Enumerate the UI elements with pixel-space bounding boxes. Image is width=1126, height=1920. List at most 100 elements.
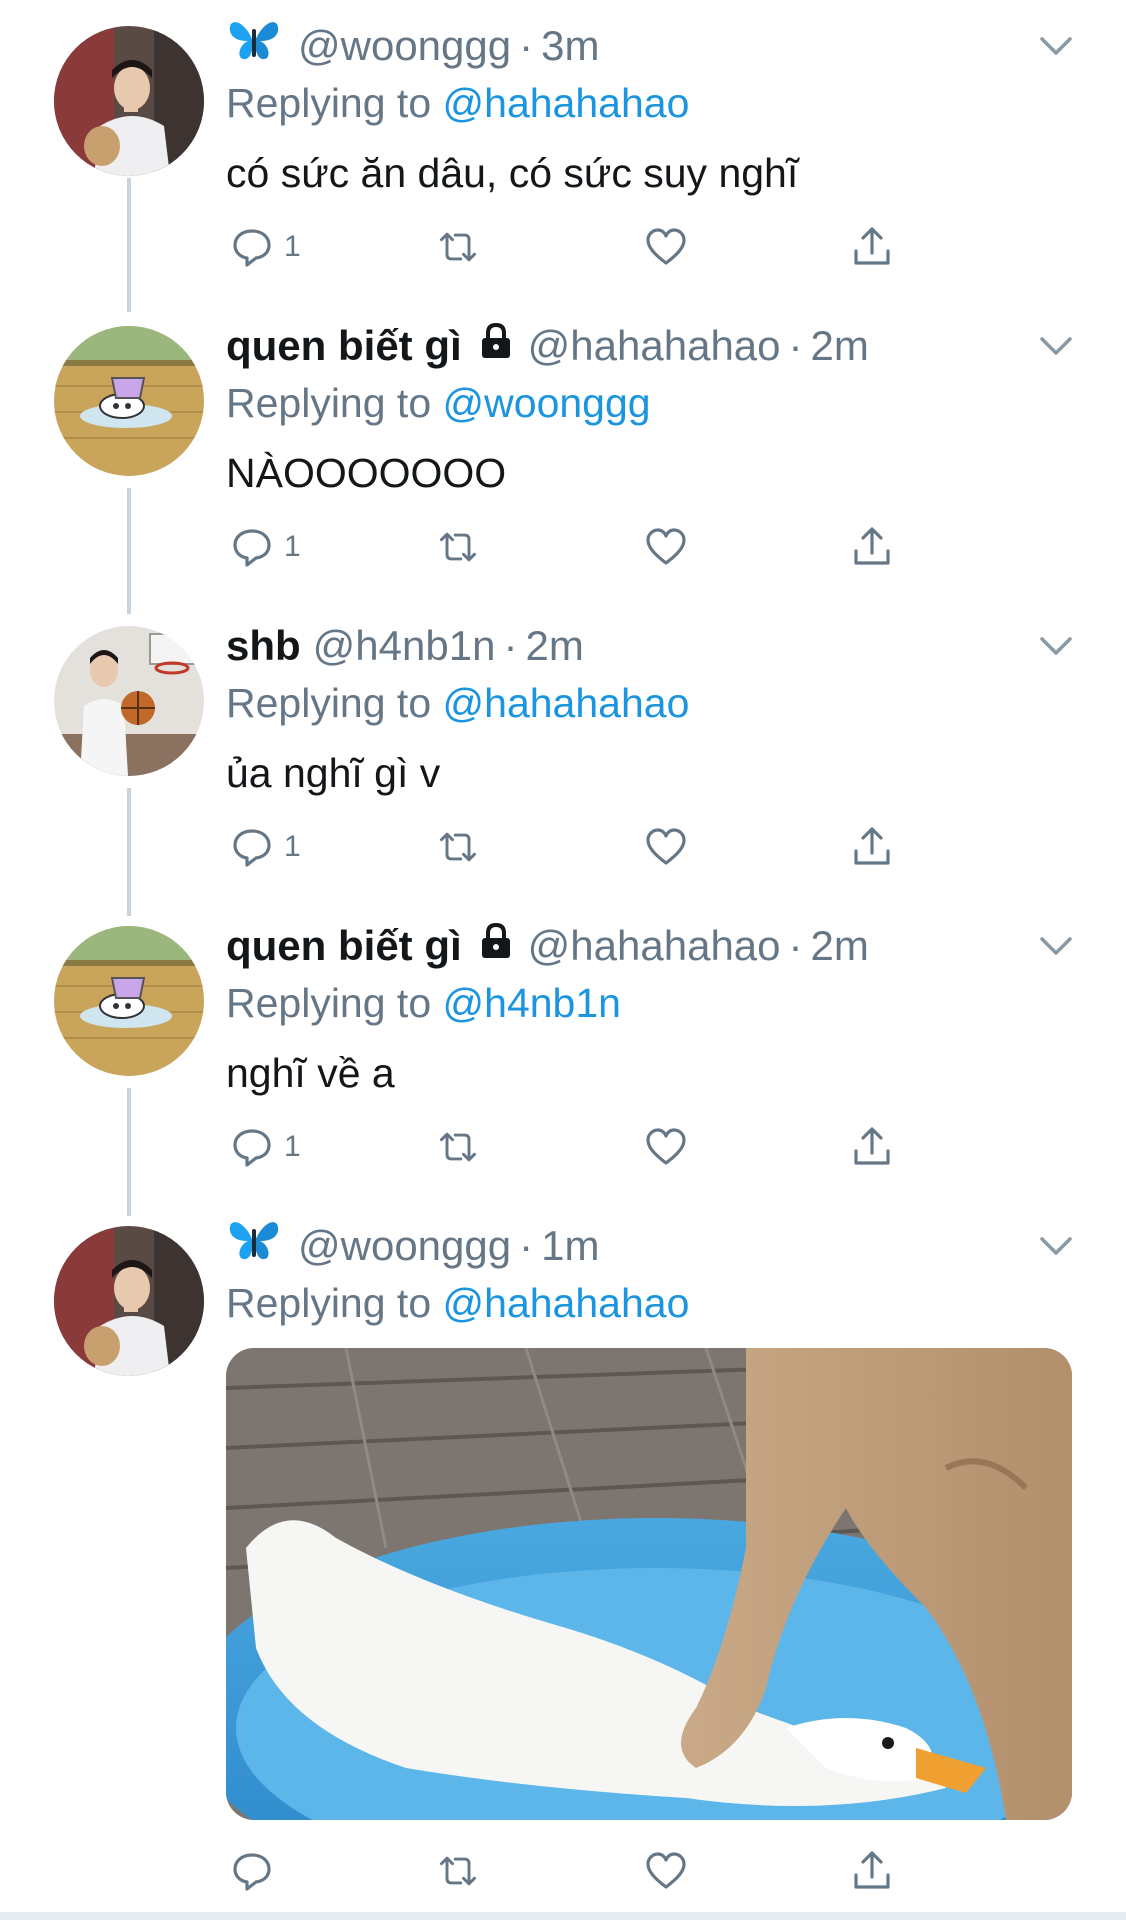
- separator-dot: ·: [519, 22, 534, 69]
- timestamp[interactable]: 1m: [541, 1222, 599, 1270]
- separator-dot: ·: [788, 322, 803, 369]
- share-icon: [854, 1127, 890, 1165]
- user-handle[interactable]: @woonggg: [298, 22, 511, 70]
- reply-count: 1: [284, 1130, 301, 1163]
- avatar-image: [54, 626, 204, 776]
- retweet-button[interactable]: [436, 522, 480, 572]
- share-button[interactable]: [850, 222, 894, 272]
- chevron-down-icon[interactable]: [1038, 928, 1074, 964]
- share-button[interactable]: [850, 522, 894, 572]
- tweet[interactable]: shb @h4nb1n · 2m Replying to @hahahahao …: [0, 600, 1126, 900]
- avatar-image: [54, 326, 204, 476]
- retweet-icon: [440, 1132, 476, 1162]
- reply-icon: [233, 1129, 271, 1167]
- tweet-actions: 1: [226, 522, 890, 572]
- user-handle[interactable]: @woonggg: [298, 1222, 511, 1270]
- replying-label: Replying to: [226, 680, 432, 726]
- avatar-hahahahao[interactable]: [54, 926, 204, 1076]
- tweet[interactable]: @woonggg · 3m Replying to @hahahahao có …: [0, 0, 1126, 300]
- retweet-button[interactable]: [436, 1846, 480, 1896]
- share-button[interactable]: [850, 1122, 894, 1172]
- chevron-down-icon[interactable]: [1038, 28, 1074, 64]
- reply-button[interactable]: 1: [230, 822, 301, 872]
- reply-count: 1: [284, 530, 301, 563]
- mention-link[interactable]: @hahahahao: [443, 1280, 690, 1326]
- tweet-header: shb @h4nb1n · 2m: [226, 618, 1074, 674]
- display-name[interactable]: quen biết gì: [226, 322, 462, 370]
- avatar-image: [54, 1226, 204, 1376]
- tweet-header: quen biết gì @hahahahao · 2m: [226, 318, 1074, 374]
- reply-count: 1: [284, 230, 301, 263]
- tweet-header: @woonggg · 3m: [226, 18, 1074, 74]
- share-icon: [854, 527, 890, 565]
- chevron-down-icon[interactable]: [1038, 1228, 1074, 1264]
- avatar-hahahahao[interactable]: [54, 326, 204, 476]
- like-button[interactable]: [644, 522, 688, 572]
- user-handle[interactable]: @hahahahao: [528, 322, 781, 370]
- mention-link[interactable]: @hahahahao: [443, 680, 690, 726]
- replying-label: Replying to: [226, 80, 432, 126]
- retweet-icon: [440, 232, 476, 262]
- reply-button[interactable]: 1: [230, 222, 301, 272]
- user-handle[interactable]: @h4nb1n: [313, 622, 496, 670]
- tweet[interactable]: quen biết gì @hahahahao · 2m Replying to…: [0, 300, 1126, 600]
- like-button[interactable]: [644, 1122, 688, 1172]
- reply-button[interactable]: 1: [230, 1122, 301, 1172]
- like-button[interactable]: [644, 822, 688, 872]
- replying-to: Replying to @hahahahao: [226, 76, 1074, 130]
- reply-button[interactable]: 1: [230, 522, 301, 572]
- like-button[interactable]: [644, 222, 688, 272]
- tweet-header: quen biết gì @hahahahao · 2m: [226, 918, 1074, 974]
- timestamp[interactable]: 3m: [541, 22, 599, 70]
- display-name[interactable]: quen biết gì: [226, 922, 462, 970]
- timestamp[interactable]: 2m: [811, 322, 869, 370]
- like-icon: [646, 828, 686, 865]
- butterfly-icon: [226, 1217, 282, 1275]
- lock-icon: [476, 321, 516, 371]
- tweet-header: @woonggg · 1m: [226, 1218, 1074, 1274]
- chevron-down-icon[interactable]: [1038, 328, 1074, 364]
- separator-dot: ·: [519, 1222, 534, 1269]
- retweet-button[interactable]: [436, 822, 480, 872]
- tweet-text: NÀOOOOOOO: [226, 450, 507, 496]
- reply-count: 1: [284, 830, 301, 863]
- replying-to: Replying to @h4nb1n: [226, 976, 1074, 1030]
- mention-link[interactable]: @h4nb1n: [443, 980, 621, 1026]
- separator-dot: ·: [788, 922, 803, 969]
- replying-to: Replying to @hahahahao: [226, 1276, 1074, 1330]
- chevron-down-icon[interactable]: [1038, 628, 1074, 664]
- timestamp[interactable]: 2m: [811, 922, 869, 970]
- share-button[interactable]: [850, 1846, 894, 1896]
- tweet-text: ủa nghĩ gì v: [226, 750, 441, 796]
- avatar-h4nb1n[interactable]: [54, 626, 204, 776]
- avatar-woonggg[interactable]: [54, 1226, 204, 1376]
- tweet-text: có sức ăn dâu, có sức suy nghĩ: [226, 150, 799, 196]
- like-button[interactable]: [644, 1846, 688, 1896]
- retweet-button[interactable]: [436, 1122, 480, 1172]
- mention-link[interactable]: @woonggg: [443, 380, 651, 426]
- avatar-image: [54, 26, 204, 176]
- tweet-media-photo[interactable]: [226, 1348, 1072, 1820]
- replying-label: Replying to: [226, 980, 432, 1026]
- share-button[interactable]: [850, 822, 894, 872]
- share-icon: [854, 227, 890, 265]
- mention-link[interactable]: @hahahahao: [443, 80, 690, 126]
- tweet-text: nghĩ về a: [226, 1050, 395, 1096]
- display-name[interactable]: shb: [226, 622, 301, 670]
- timestamp[interactable]: 2m: [525, 622, 583, 670]
- like-icon: [646, 228, 686, 265]
- reply-button[interactable]: [230, 1846, 274, 1896]
- replying-label: Replying to: [226, 1280, 432, 1326]
- tweet[interactable]: quen biết gì @hahahahao · 2m Replying to…: [0, 900, 1126, 1200]
- separator-dot: ·: [503, 622, 518, 669]
- reply-icon: [233, 829, 271, 867]
- reply-icon: [233, 1853, 271, 1891]
- avatar-woonggg[interactable]: [54, 26, 204, 176]
- tweet-actions: 1: [226, 822, 890, 872]
- bottom-divider: [0, 1912, 1126, 1920]
- retweet-icon: [440, 532, 476, 562]
- user-handle[interactable]: @hahahahao: [528, 922, 781, 970]
- retweet-button[interactable]: [436, 222, 480, 272]
- replying-to: Replying to @hahahahao: [226, 676, 1074, 730]
- duck-and-dog-image: [226, 1348, 1072, 1820]
